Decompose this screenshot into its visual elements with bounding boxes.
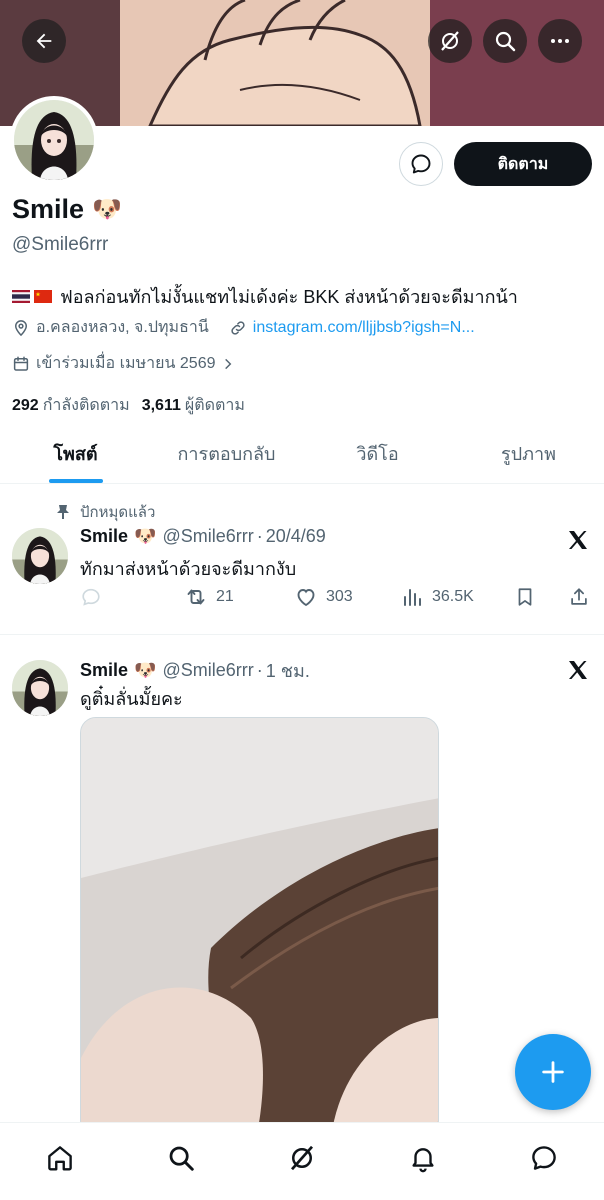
bottom-navigation (0, 1122, 604, 1200)
post-header: Smile 🐶 @Smile6rrr · 20/4/69 (80, 526, 326, 547)
post-author-name[interactable]: Smile (80, 526, 128, 547)
followers-count: 3,611 (141, 397, 181, 414)
grok-icon (441, 31, 459, 51)
grok-icon (290, 1145, 314, 1170)
china-flag-icon (34, 290, 52, 303)
views-chart-icon (404, 589, 421, 606)
like-action[interactable]: 303 (294, 585, 400, 609)
repost-icon (187, 589, 205, 605)
plus-icon (542, 1061, 564, 1083)
reply-action[interactable] (80, 586, 184, 608)
bell-icon (412, 1147, 434, 1172)
followers-stat[interactable]: 3,611 ผู้ติดตาม (142, 393, 245, 418)
post-separator: · (256, 660, 263, 680)
message-button[interactable] (399, 142, 443, 186)
bookmark-action[interactable] (514, 586, 568, 608)
profile-bio: ฟอลก่อนทักไม่งั้นแชทไม่เด้งค่ะ BKK ส่งหน… (12, 282, 518, 311)
search-button[interactable] (483, 19, 527, 63)
home-icon (48, 1145, 73, 1170)
chevron-right-icon (225, 358, 232, 369)
views-action[interactable]: 36.5K (400, 585, 514, 609)
profile-banner[interactable] (0, 0, 604, 126)
profile-name-row: Smile 🐶 (12, 194, 122, 225)
post-separator: · (256, 526, 263, 546)
avatar-illustration (12, 660, 68, 716)
chat-bubble-icon (531, 1145, 556, 1170)
post-avatar[interactable] (12, 528, 68, 584)
tab-replies[interactable]: การตอบกลับ (151, 424, 302, 483)
profile-tabs: โพสต์ การตอบกลับ วิดีโอ รูปภาพ (0, 424, 604, 484)
nav-search[interactable] (151, 1128, 211, 1188)
photo-content (81, 718, 438, 1136)
avatar-illustration (14, 100, 94, 180)
profile-avatar[interactable] (10, 96, 98, 184)
post-divider (0, 634, 604, 635)
heart-icon (297, 589, 315, 607)
post-media-image[interactable] (80, 717, 439, 1137)
follow-button[interactable]: ติดตาม (454, 142, 592, 186)
post-author-emoji: 🐶 (134, 526, 157, 546)
following-count: 292 (12, 397, 39, 414)
chat-bubble-icon (411, 154, 431, 174)
post-author-name[interactable]: Smile (80, 660, 128, 681)
following-stat[interactable]: 292 กำลังติดตาม (12, 393, 130, 418)
nav-notifications[interactable] (393, 1128, 453, 1188)
banner-illustration (0, 0, 604, 126)
post-text: ดูติ๋มลั่นมั้ยคะ (80, 689, 183, 709)
x-logo-icon[interactable] (566, 528, 590, 552)
post-author-handle[interactable]: @Smile6rrr (162, 526, 253, 547)
pin-icon (57, 505, 69, 519)
tab-posts[interactable]: โพสต์ (0, 424, 151, 483)
share-icon (571, 588, 587, 605)
thailand-flag-icon (12, 290, 30, 303)
profile-stats: 292 กำลังติดตาม 3,611 ผู้ติดตาม (12, 393, 245, 418)
repost-count: 21 (216, 588, 234, 605)
more-button[interactable] (538, 19, 582, 63)
views-count: 36.5K (432, 588, 474, 605)
share-action[interactable] (568, 586, 590, 608)
profile-name-emoji: 🐶 (92, 196, 122, 223)
profile-name: Smile (12, 194, 85, 224)
search-icon (169, 1146, 194, 1171)
profile-joined: เข้าร่วมเมื่อ เมษายน 2569 (36, 355, 216, 372)
back-button[interactable] (22, 19, 66, 63)
repost-action[interactable]: 21 (184, 585, 294, 609)
tab-photos[interactable]: รูปภาพ (453, 424, 604, 483)
nav-home[interactable] (30, 1128, 90, 1188)
link-icon (231, 320, 245, 335)
profile-meta-row: อ.คลองหลวง, จ.ปทุมธานี instagram.com/llj… (12, 315, 475, 340)
post-text: ทักมาส่งหน้าด้วยจะดีมากงับ (80, 559, 297, 579)
post-author-emoji: 🐶 (134, 660, 157, 680)
compose-post-button[interactable] (515, 1034, 591, 1110)
reply-icon (82, 588, 100, 606)
followers-label: ผู้ติดตาม (184, 397, 245, 414)
bio-text: ฟอลก่อนทักไม่งั้นแชทไม่เด้งค่ะ BKK ส่งหน… (60, 287, 518, 307)
location-pin-icon (14, 319, 28, 336)
arrow-left-icon (36, 33, 52, 49)
post-actions: 21 303 36.5K (80, 582, 590, 612)
profile-website-link[interactable]: instagram.com/lljjbsb?igsh=N... (253, 319, 475, 337)
pinned-post[interactable]: Smile 🐶 @Smile6rrr · 20/4/69 ทักมาส่งหน้… (0, 520, 604, 630)
profile-joined-row[interactable]: เข้าร่วมเมื่อ เมษายน 2569 (12, 351, 235, 376)
following-label: กำลังติดตาม (42, 397, 130, 414)
nav-messages[interactable] (514, 1128, 574, 1188)
profile-handle: @Smile6rrr (12, 234, 109, 255)
post-avatar[interactable] (12, 660, 68, 716)
post-time[interactable]: 1 ชม. (266, 656, 310, 685)
calendar-icon (13, 356, 29, 371)
post-time[interactable]: 20/4/69 (266, 526, 326, 547)
search-icon (495, 31, 516, 52)
more-horizontal-icon (551, 39, 569, 43)
post-author-handle[interactable]: @Smile6rrr (162, 660, 253, 681)
profile-location: อ.คลองหลวง, จ.ปทุมธานี (36, 319, 209, 336)
post-header: Smile 🐶 @Smile6rrr · 1 ชม. (80, 656, 310, 685)
nav-grok[interactable] (272, 1128, 332, 1188)
like-count: 303 (326, 588, 353, 605)
x-logo-icon[interactable] (566, 658, 590, 682)
bookmark-icon (518, 588, 532, 606)
avatar-illustration (12, 528, 68, 584)
tab-videos[interactable]: วิดีโอ (302, 424, 453, 483)
grok-button[interactable] (428, 19, 472, 63)
